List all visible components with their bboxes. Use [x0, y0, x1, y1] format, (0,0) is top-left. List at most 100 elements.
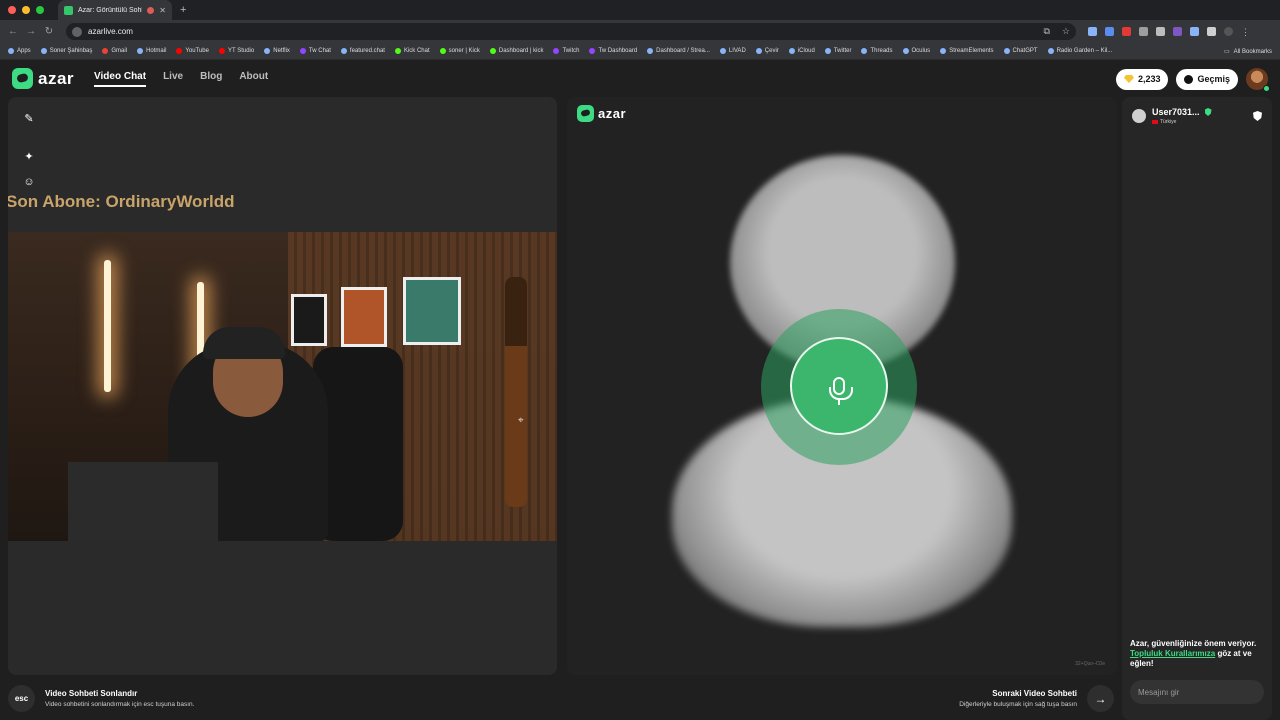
- maximize-window-button[interactable]: [36, 6, 44, 14]
- close-window-button[interactable]: [8, 6, 16, 14]
- stream-overlay-title: Son Abone: OrdinaryWorldd: [8, 192, 235, 211]
- bookmark-item[interactable]: YouTube: [176, 48, 209, 54]
- bookmark-item[interactable]: Soner Şahinbaş: [40, 48, 92, 54]
- sticker-smile-icon[interactable]: ☺: [18, 171, 40, 193]
- bookmark-icon: [719, 48, 726, 54]
- light-bar: [104, 260, 111, 392]
- azar-favicon-icon: [64, 5, 73, 15]
- bookmark-item[interactable]: Kick Chat: [394, 48, 430, 54]
- desk: [68, 462, 218, 541]
- azar-logo[interactable]: azar: [12, 68, 74, 89]
- all-bookmarks-button[interactable]: ▭ All Bookmarks: [1217, 43, 1272, 59]
- bookmark-icon: [824, 48, 831, 54]
- nav-blog[interactable]: Blog: [200, 71, 222, 87]
- profile-icon[interactable]: [1224, 27, 1233, 36]
- wall-frame: [403, 277, 461, 345]
- partner-name-row: User7031...: [1152, 107, 1212, 117]
- bookmark-icon: [647, 48, 654, 54]
- nav-video-chat[interactable]: Video Chat: [94, 71, 147, 87]
- report-shield-icon[interactable]: [1253, 111, 1262, 121]
- edit-icon[interactable]: ✎: [18, 107, 40, 129]
- bookmark-item[interactable]: featured.chat: [340, 48, 385, 54]
- bookmark-item[interactable]: ChatGPT: [1003, 48, 1038, 54]
- bookmark-item[interactable]: Oculus: [902, 48, 930, 54]
- bookmark-item[interactable]: Çevir: [755, 48, 779, 54]
- bookmark-item[interactable]: LIVAD: [719, 48, 746, 54]
- azar-logo-icon: [577, 105, 594, 122]
- bookmark-icon: [137, 48, 144, 54]
- tab-close-icon[interactable]: ✕: [159, 6, 166, 15]
- browser-tab-bar: Azar: Görüntülü Sohbet, ✕ +: [0, 0, 1280, 20]
- bookmark-item[interactable]: Dashboard | kick: [489, 48, 543, 54]
- gems-button[interactable]: 2,233: [1115, 68, 1169, 90]
- bookmark-item[interactable]: Hotmail: [137, 48, 166, 54]
- esc-end-button[interactable]: esc: [8, 685, 35, 712]
- remote-video-panel: azar 32+Quo–C0e: [567, 97, 1117, 675]
- next-chat-arrow-button[interactable]: →: [1087, 685, 1114, 712]
- nav-about[interactable]: About: [239, 71, 268, 87]
- bookmark-item[interactable]: Twitch: [553, 48, 579, 54]
- wall-frame: [291, 294, 327, 346]
- bookmark-icon: [788, 48, 795, 54]
- bookmark-item[interactable]: Netflix: [264, 48, 290, 54]
- turkey-flag-icon: [1152, 120, 1158, 124]
- extension-icon[interactable]: [1139, 27, 1148, 36]
- history-button[interactable]: Geçmiş: [1176, 68, 1238, 90]
- address-bar[interactable]: azarlive.com ⧉ ☆: [66, 23, 1076, 40]
- bookmark-item[interactable]: Dashboard / Strea...: [647, 48, 710, 54]
- browser-toolbar: ← → ↻ azarlive.com ⧉ ☆ ⋮: [0, 20, 1280, 43]
- site-info-icon[interactable]: [72, 26, 82, 37]
- kick-icon: [394, 48, 401, 54]
- bookmark-item[interactable]: Tw Chat: [299, 48, 331, 54]
- bookmark-item[interactable]: Radio Garden – Kil...: [1047, 48, 1112, 54]
- bookmark-item[interactable]: Apps: [8, 48, 31, 54]
- self-video-panel: ✎ ✦ ☺ Son Abone: OrdinaryWorldd ⌖: [8, 97, 557, 675]
- azar-watermark-logo: azar: [577, 105, 626, 122]
- minimize-window-button[interactable]: [22, 6, 30, 14]
- partner-country: Türkiye: [1152, 119, 1212, 125]
- extension-icon[interactable]: [1173, 27, 1182, 36]
- profile-avatar[interactable]: [1246, 68, 1270, 92]
- bookmark-icon: [264, 48, 271, 54]
- youtube-icon: [218, 48, 225, 54]
- bookmark-item[interactable]: YT Studio: [218, 48, 254, 54]
- microphone-button[interactable]: [790, 337, 888, 435]
- bookmark-item[interactable]: iCloud: [788, 48, 815, 54]
- twitch-icon: [589, 48, 596, 54]
- extension-icon[interactable]: [1190, 27, 1199, 36]
- extension-icon[interactable]: [1088, 27, 1097, 36]
- bookmark-item[interactable]: StreamElements: [940, 48, 994, 54]
- partner-info: User7031... Türkiye: [1132, 107, 1262, 125]
- bookmark-item[interactable]: Tw Dashboard: [589, 48, 637, 54]
- effects-sparkle-icon[interactable]: ✦: [18, 145, 40, 167]
- community-guidelines-link[interactable]: Topluluk Kurallarımıza: [1130, 649, 1215, 658]
- bookmark-item[interactable]: Threads: [861, 48, 893, 54]
- message-input[interactable]: [1130, 680, 1264, 704]
- forward-icon[interactable]: →: [22, 26, 40, 37]
- side-toolbar: ✎ ✦ ☺: [18, 107, 40, 193]
- bookmark-star-icon[interactable]: ☆: [1062, 26, 1070, 37]
- new-tab-button[interactable]: +: [180, 4, 186, 16]
- end-chat-hint: Video sohbetini sonlandırmak için esc tu…: [45, 701, 195, 708]
- bookmark-item[interactable]: soner | Kick: [439, 48, 480, 54]
- back-icon[interactable]: ←: [4, 26, 22, 37]
- extension-icon[interactable]: [1156, 27, 1165, 36]
- bookmark-item[interactable]: Twitter: [824, 48, 851, 54]
- microphone-icon: [829, 377, 853, 405]
- video-watermark: 32+Quo–C0e: [1075, 661, 1105, 667]
- browser-menu-icon[interactable]: ⋮: [1241, 27, 1250, 37]
- window-controls[interactable]: [8, 6, 44, 14]
- install-icon[interactable]: ⧉: [1043, 26, 1049, 37]
- bookmark-item[interactable]: Gmail: [102, 48, 127, 54]
- bookmark-icon: [940, 48, 947, 54]
- extension-icon[interactable]: [1122, 27, 1131, 36]
- apps-icon: [8, 48, 14, 54]
- folder-icon: ▭: [1223, 49, 1230, 55]
- bookmark-icon: [861, 48, 868, 54]
- nav-live[interactable]: Live: [163, 71, 183, 87]
- clock-icon: [1184, 74, 1194, 84]
- extension-icon[interactable]: [1105, 27, 1114, 36]
- reload-icon[interactable]: ↻: [40, 26, 58, 37]
- browser-tab[interactable]: Azar: Görüntülü Sohbet, ✕: [58, 0, 172, 20]
- extensions-puzzle-icon[interactable]: [1207, 27, 1216, 36]
